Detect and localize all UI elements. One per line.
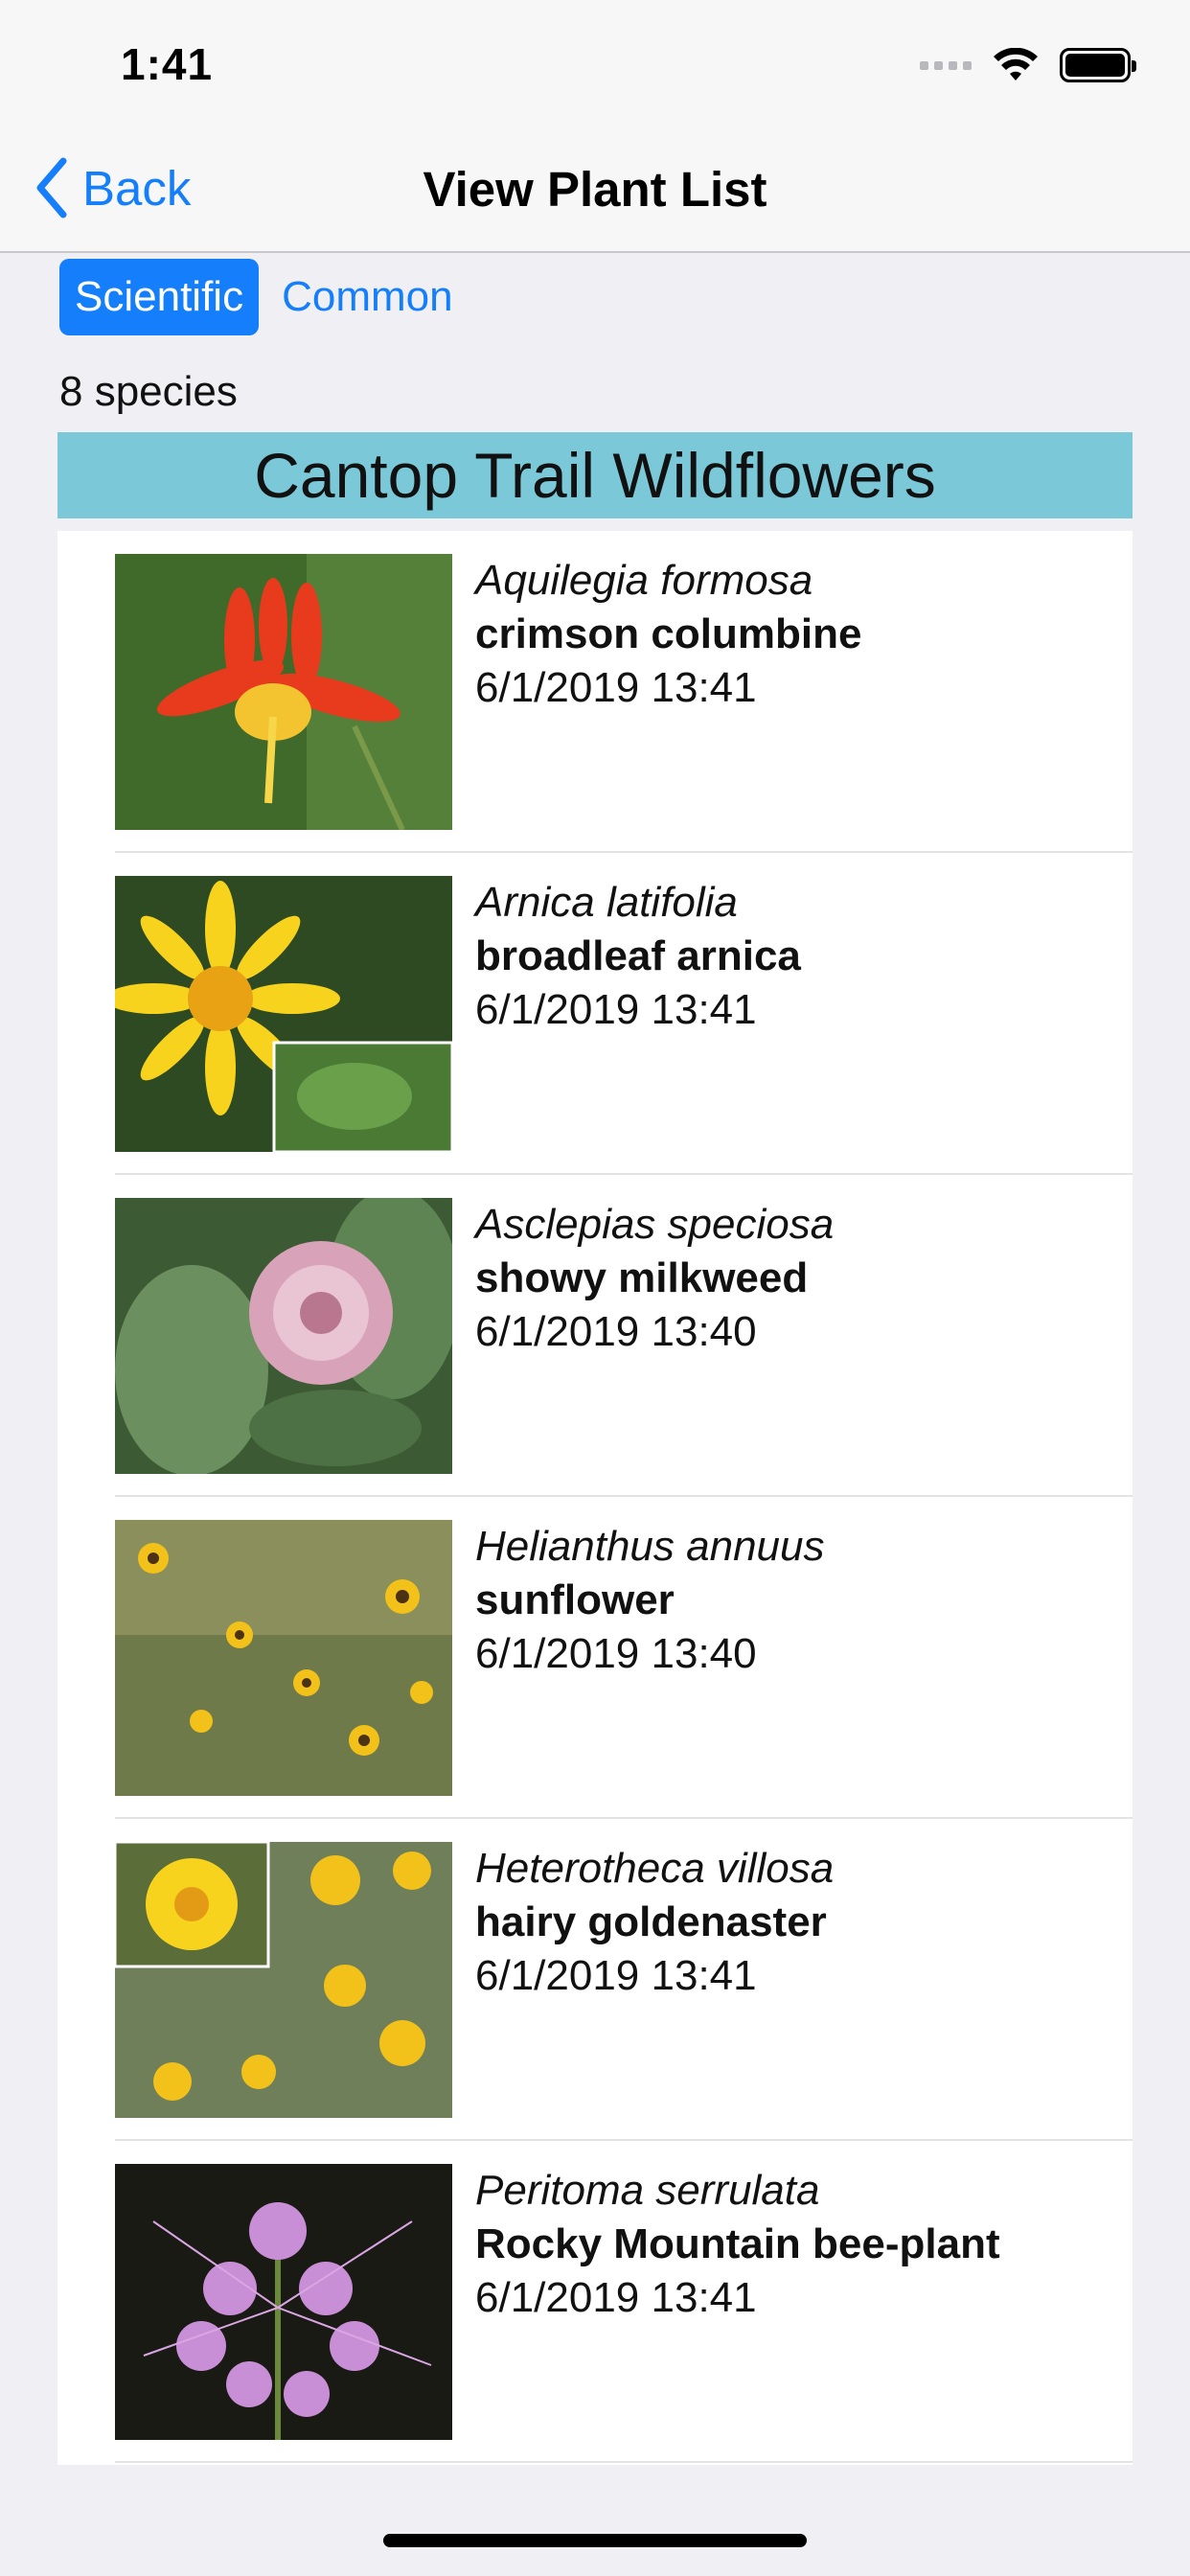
scientific-name: Peritoma serrulata [475, 2167, 820, 2214]
observation-date: 6/1/2019 13:40 [475, 1630, 757, 1677]
sunflower-field-photo [115, 1520, 452, 1796]
common-name: showy milkweed [475, 1254, 809, 1301]
plant-row[interactable]: Arnica latifolia broadleaf arnica 6/1/20… [57, 853, 1133, 1175]
plant-row[interactable]: Helianthus annuus sunflower 6/1/2019 13:… [57, 1497, 1133, 1819]
screen: 1:41 Back View Plant List Scientific Com… [0, 0, 1190, 2576]
status-icons [920, 46, 1136, 84]
common-name: Rocky Mountain bee-plant [475, 2220, 1000, 2267]
common-name: sunflower [475, 1576, 675, 1623]
plant-row[interactable]: Heterotheca villosa hairy goldenaster 6/… [57, 1819, 1133, 2141]
plant-list[interactable]: Aquilegia formosa crimson columbine 6/1/… [57, 531, 1133, 2465]
scientific-name: Helianthus annuus [475, 1523, 825, 1570]
observation-date: 6/1/2019 13:41 [475, 986, 757, 1033]
observation-date: 6/1/2019 13:41 [475, 1952, 757, 1999]
scientific-name: Heterotheca villosa [475, 1845, 835, 1892]
yellow-arnica-flower-photo [115, 876, 452, 1152]
battery-icon [1060, 48, 1136, 82]
home-indicator[interactable] [383, 2534, 807, 2547]
plant-row[interactable]: Peritoma serrulata Rocky Mountain bee-pl… [57, 2141, 1133, 2463]
species-count: 8 species [59, 368, 238, 415]
common-name: hairy goldenaster [475, 1898, 827, 1945]
scientific-segment[interactable]: Scientific [59, 259, 260, 335]
status-time: 1:41 [121, 39, 214, 89]
scientific-name: Asclepias speciosa [475, 1201, 835, 1248]
common-segment[interactable]: Common [266, 259, 469, 335]
scientific-name: Arnica latifolia [475, 879, 738, 926]
page-title: View Plant List [423, 162, 767, 217]
purple-beeplant-flower-photo [115, 2164, 452, 2440]
common-name: crimson columbine [475, 610, 862, 657]
navigation-bar: 1:41 Back View Plant List [0, 0, 1190, 253]
pink-milkweed-flower-photo [115, 1198, 452, 1474]
common-name: broadleaf arnica [475, 932, 801, 979]
red-columbine-flower-photo [115, 554, 452, 830]
cellular-signal-icon [920, 60, 972, 70]
plant-row[interactable]: Asclepias speciosa showy milkweed 6/1/20… [57, 1175, 1133, 1497]
list-header: Cantop Trail Wildflowers [57, 432, 1133, 518]
observation-date: 6/1/2019 13:40 [475, 1308, 757, 1355]
name-mode-segmented-control: Scientific Common [59, 259, 469, 335]
plant-row[interactable]: Aquilegia formosa crimson columbine 6/1/… [57, 531, 1133, 853]
observation-date: 6/1/2019 13:41 [475, 2274, 757, 2321]
observation-date: 6/1/2019 13:41 [475, 664, 757, 711]
goldenaster-flower-photo [115, 1842, 452, 2118]
wifi-icon [994, 48, 1038, 80]
scientific-name: Aquilegia formosa [475, 557, 813, 604]
